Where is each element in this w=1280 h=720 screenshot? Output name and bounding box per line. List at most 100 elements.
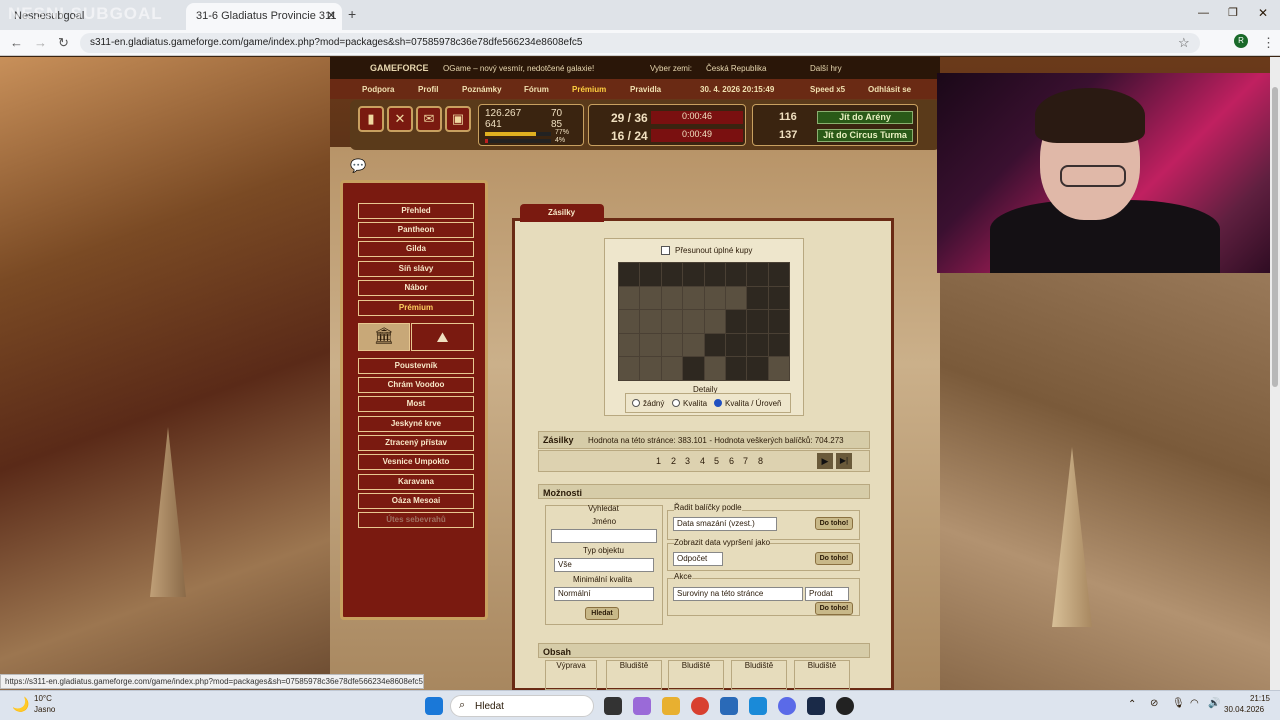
inventory-item[interactable] [768,357,789,380]
scrollbar-thumb[interactable] [1272,87,1278,387]
inventory-item[interactable] [661,333,683,357]
inventory-item[interactable] [619,357,640,380]
new-tab-icon[interactable]: + [348,6,356,22]
menu-pantheon[interactable]: Pantheon [358,222,474,238]
chrome-icon[interactable] [691,697,709,715]
inventory-slot[interactable] [768,310,789,333]
clock-date[interactable]: 30.04.2026 [1224,705,1264,714]
menu-prehled[interactable]: Přehled [358,203,474,219]
inventory-item[interactable] [683,333,704,357]
back-icon[interactable]: ← [10,35,23,50]
inventory-item[interactable] [661,310,683,333]
url-field[interactable]: s311-en.gladiatus.gameforge.com/game/ind… [80,33,1200,53]
inventory-item[interactable] [619,333,640,357]
menu-jeskyne-krve[interactable]: Jeskyné krve [358,416,474,432]
inventory-slot[interactable] [747,263,768,286]
chat-icon[interactable]: 💬 [350,158,366,174]
inventory-slot[interactable] [768,263,789,286]
inventory-slot[interactable] [725,263,747,286]
network-icon[interactable]: ⊘ [1150,698,1158,709]
file-explorer-icon[interactable] [662,697,680,715]
clock-time[interactable]: 21:15 [1234,694,1270,703]
inventory-item[interactable] [704,310,725,333]
menu-most[interactable]: Most [358,396,474,412]
radio-kvalita[interactable] [672,399,680,407]
wifi-icon[interactable]: ◠ [1190,698,1199,709]
inventory-item[interactable] [683,286,704,310]
inventory-slot[interactable] [640,263,661,286]
inventory-item[interactable] [725,286,747,310]
inventory-item[interactable] [619,310,640,333]
obs-icon[interactable] [836,697,854,715]
forward-icon[interactable]: → [34,35,47,50]
menu-gilda[interactable]: Gilda [358,241,474,257]
inventory-item[interactable] [704,357,725,380]
page-link[interactable]: 7 [743,456,748,466]
tab-gladiatus[interactable]: 31-6 Gladiatus Provincie 311 ✕ [186,3,342,30]
action-select[interactable]: Suroviny na této stránce [673,587,803,601]
search-button[interactable]: Hledat [585,607,619,620]
swords-icon[interactable]: ✕ [387,106,413,132]
next-page-icon[interactable]: ▶ [817,453,833,469]
store-icon[interactable] [720,697,738,715]
menu-ztraceny-pristav[interactable]: Ztracený přístav [358,435,474,451]
menu-vesnice-umpokto[interactable]: Vesnice Umpokto [358,454,474,470]
inventory-slot[interactable] [704,333,725,357]
page-link[interactable]: 6 [729,456,734,466]
menu-dots-icon[interactable]: ⋮ [1262,35,1275,51]
inventory-item[interactable] [683,310,704,333]
page-scrollbar[interactable] [1270,57,1280,690]
close-tab-icon[interactable]: ✕ [327,9,336,22]
overview-icon[interactable]: ▮ [358,106,384,132]
sort-select[interactable]: Data smazání (vzest.) [673,517,777,531]
menu-poustevnik[interactable]: Poustevník [358,358,474,374]
reload-icon[interactable]: ↻ [58,35,69,51]
steam-icon[interactable] [807,697,825,715]
inventory-item[interactable] [640,333,661,357]
more-games-select[interactable]: Další hry [810,64,842,73]
menu-chram-voodoo[interactable]: Chrám Voodoo [358,377,474,393]
go-arena-button[interactable]: Jít do Arény [817,111,913,124]
tray-chevron-icon[interactable]: ⌃ [1128,699,1136,710]
radio-kvalita-uroven[interactable] [714,399,722,407]
microphone-icon[interactable]: 🎙 [1172,698,1185,709]
go-circus-button[interactable]: Jít do Circus Turma [817,129,913,142]
action-go-button[interactable]: Do toho! [815,602,853,615]
last-page-icon[interactable]: ▶| [836,453,852,469]
action-type-select[interactable]: Prodat [805,587,849,601]
inventory-slot[interactable] [619,263,640,286]
inventory-slot[interactable] [725,310,747,333]
dungeon-timer[interactable]: 0:00:49 [651,129,743,142]
package-card[interactable]: Bludiště [731,660,787,690]
bookmark-star-icon[interactable]: ☆ [1178,35,1190,51]
page-link[interactable]: 3 [685,456,690,466]
inventory-slot[interactable] [768,333,789,357]
name-input[interactable] [551,529,657,543]
link-poznamky[interactable]: Poznámky [462,85,502,94]
italy-map-icon[interactable]: ⛰ [411,323,474,351]
maximize-icon[interactable]: ❐ [1228,6,1238,19]
type-select[interactable]: Vše [554,558,654,572]
inventory-slot[interactable] [683,357,704,380]
minimize-icon[interactable]: — [1198,7,1209,19]
link-podpora[interactable]: Podpora [362,85,394,94]
page-link[interactable]: 5 [714,456,719,466]
expiry-go-button[interactable]: Do toho! [815,552,853,565]
inventory-slot[interactable] [747,357,768,380]
inventory-item[interactable] [640,357,661,380]
sort-go-button[interactable]: Do toho! [815,517,853,530]
country-select[interactable]: Česká Republika [706,64,766,73]
inventory-slot[interactable] [768,286,789,310]
mail-icon[interactable]: ✉ [416,106,442,132]
weather-icon[interactable]: 🌙 [12,696,29,713]
start-icon[interactable] [425,697,443,715]
inventory-slot[interactable] [725,357,747,380]
inventory-slot[interactable] [747,286,768,310]
menu-karavana[interactable]: Karavana [358,474,474,490]
move-full-checkbox[interactable] [661,246,670,255]
inventory-slot[interactable] [661,263,683,286]
page-link[interactable]: 1 [656,456,661,466]
temple-icon[interactable]: 🏛 [358,323,410,351]
expiry-select[interactable]: Odpočet [673,552,723,566]
packages-icon[interactable]: ▣ [445,106,471,132]
